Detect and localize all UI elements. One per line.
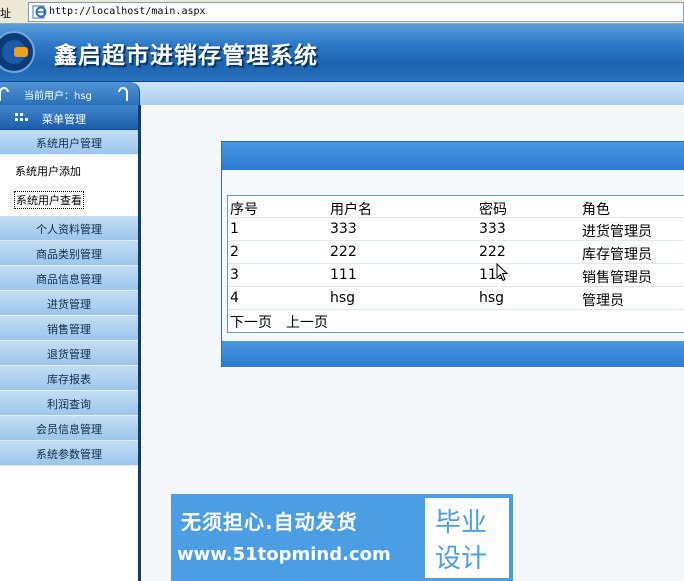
grid-menu-icon: [15, 113, 28, 121]
sidebar-item-profit-query[interactable]: 利润查询: [0, 391, 138, 416]
menu-header[interactable]: 菜单管理: [0, 105, 138, 130]
table-cell: 4: [230, 290, 239, 306]
table-cell: 1: [230, 221, 239, 237]
sidebar-item-label: 系统用户查看: [14, 191, 84, 209]
sidebar-item-purchasing[interactable]: 进货管理: [0, 291, 138, 316]
current-user-text: 当前用户：hsg: [24, 91, 92, 102]
sidebar-item-sales[interactable]: 销售管理: [0, 316, 138, 341]
table-cell: 管理员: [582, 293, 624, 309]
sidebar-item-label: 系统参数管理: [36, 448, 102, 461]
column-header: 角色: [582, 202, 610, 218]
panel-header-bar: [222, 142, 684, 170]
column-header: 密码: [479, 202, 507, 218]
sidebar-subitem-view-users[interactable]: 系统用户查看: [0, 184, 138, 212]
app-header: 鑫启超市进销存管理系统: [0, 24, 684, 82]
sidebar-item-members[interactable]: 会员信息管理: [0, 416, 138, 441]
sidebar-item-products[interactable]: 商品信息管理: [0, 266, 138, 291]
table-cell: 销售管理员: [582, 270, 652, 286]
address-label: 址: [0, 7, 11, 20]
table-cell: 库存管理员: [582, 247, 652, 263]
table-cell: 3: [230, 267, 239, 283]
hook-decoration-icon: [0, 87, 9, 101]
sidebar-item-returns[interactable]: 退货管理: [0, 341, 138, 366]
watermark-badge: 毕业 设计: [425, 498, 509, 578]
watermark-badge-line2: 设计: [435, 544, 488, 574]
sidebar-item-label: 库存报表: [47, 373, 91, 386]
user-table: 序号 用户名 密码 角色 1 333 333 进货管理员 2 222 222 库…: [227, 195, 684, 333]
table-cell: hsg: [330, 290, 356, 306]
watermark-slogan: 无须担心.自动发货: [181, 510, 358, 534]
sidebar-item-inventory-report[interactable]: 库存报表: [0, 366, 138, 391]
circle-logo-icon: [0, 31, 35, 73]
address-input[interactable]: http://localhost/main.aspx: [28, 2, 684, 22]
column-header: 用户名: [330, 202, 372, 218]
address-url: http://localhost/main.aspx: [49, 6, 206, 17]
table-cell: 222: [330, 244, 357, 260]
browser-address-bar: 址 http://localhost/main.aspx: [0, 0, 684, 24]
sidebar-item-label: 商品信息管理: [36, 273, 102, 286]
mouse-cursor-icon: [496, 263, 508, 282]
sidebar-item-label: 商品类别管理: [36, 248, 102, 261]
sidebar-item-label: 个人资料管理: [36, 223, 102, 236]
current-user-tab: 当前用户：hsg: [0, 82, 140, 105]
table-row: 2 222 222 库存管理员: [228, 241, 684, 264]
panel-footer-bar: [222, 341, 684, 367]
table-cell: 111: [330, 267, 357, 283]
column-header: 序号: [230, 202, 258, 218]
user-bar: 当前用户：hsg: [0, 82, 684, 105]
sidebar-item-label: 销售管理: [47, 323, 91, 336]
next-page-link[interactable]: 下一页: [230, 312, 272, 332]
sidebar-subitem-add-user[interactable]: 系统用户添加: [0, 156, 138, 184]
hook-decoration-icon: [118, 87, 128, 101]
table-cell: 2: [230, 244, 239, 260]
table-cell: 222: [479, 244, 506, 260]
table-cell: 333: [330, 221, 357, 237]
sidebar-item-label: 进货管理: [47, 298, 91, 311]
table-cell: 333: [479, 221, 506, 237]
table-header-row: 序号 用户名 密码 角色: [228, 196, 684, 218]
sidebar-item-label: 系统用户添加: [15, 165, 81, 178]
table-row: 1 333 333 进货管理员: [228, 218, 684, 241]
sidebar-item-label: 系统用户管理: [36, 137, 102, 150]
ie-page-icon: [32, 5, 47, 19]
sidebar-item-profile[interactable]: 个人资料管理: [0, 216, 138, 241]
sidebar-item-label: 退货管理: [47, 348, 91, 361]
table-row: 4 hsg hsg 管理员: [228, 287, 684, 310]
watermark-banner: 无须担心.自动发货 www.51topmind.com 毕业 设计: [171, 494, 513, 581]
watermark-badge-line1: 毕业: [435, 508, 488, 538]
sidebar-item-user-management[interactable]: 系统用户管理: [0, 130, 138, 155]
pager-row: 下一页 上一页: [228, 310, 684, 332]
menu-header-label: 菜单管理: [42, 113, 86, 126]
table-cell: 进货管理员: [582, 224, 652, 240]
sidebar-item-label: 会员信息管理: [36, 423, 102, 436]
table-row: 3 111 111 销售管理员: [228, 264, 684, 287]
table-cell: hsg: [479, 290, 505, 306]
sidebar-item-label: 利润查询: [47, 398, 91, 411]
app-title: 鑫启超市进销存管理系统: [54, 42, 318, 69]
sidebar-item-categories[interactable]: 商品类别管理: [0, 241, 138, 266]
user-list-panel: 序号 用户名 密码 角色 1 333 333 进货管理员 2 222 222 库…: [221, 141, 684, 367]
prev-page-link[interactable]: 上一页: [286, 312, 328, 332]
sidebar-item-system-params[interactable]: 系统参数管理: [0, 441, 138, 466]
watermark-url: www.51topmind.com: [177, 544, 391, 565]
sidebar: 菜单管理 系统用户管理 系统用户添加 系统用户查看 个人资料管理 商品类别管理 …: [0, 105, 138, 581]
